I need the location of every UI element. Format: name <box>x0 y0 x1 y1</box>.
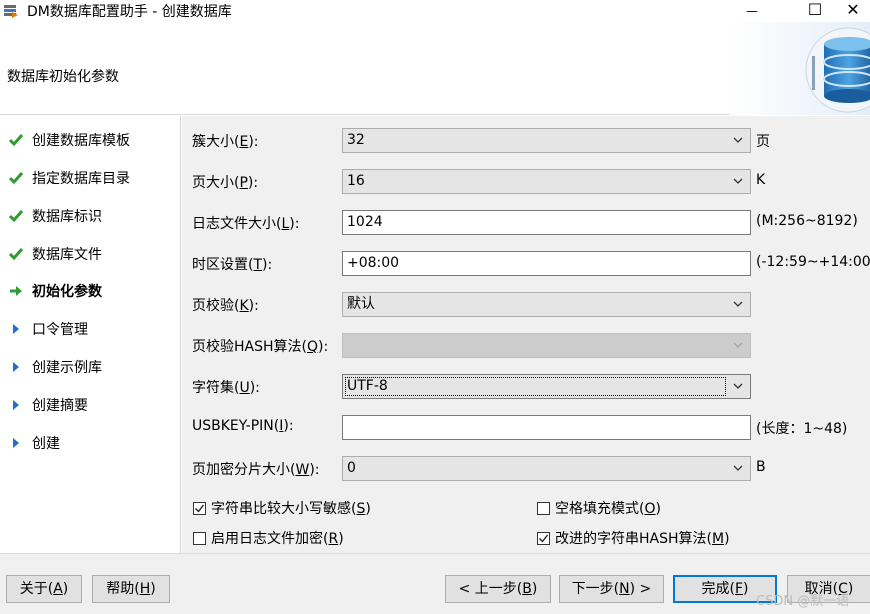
checkmark-icon <box>8 172 24 185</box>
timezone-label: 时区设置(T): <box>192 257 273 273</box>
page-enc-shard-label: 页加密分片大小(W): <box>192 462 320 478</box>
page-enc-shard-select[interactable]: 0 <box>342 456 751 481</box>
step-label: 口令管理 <box>32 322 88 338</box>
checkmark-icon <box>8 134 24 147</box>
usbkey-pin-label: USBKEY-PIN(I): <box>192 418 294 434</box>
page-check-hash-label: 页校验HASH算法(Q): <box>192 339 329 355</box>
app-icon <box>4 5 18 18</box>
step-db-directory: 指定数据库目录 <box>0 166 181 190</box>
page-check-select[interactable]: 默认 <box>342 292 751 317</box>
step-db-identity: 数据库标识 <box>0 204 181 228</box>
step-label: 创建 <box>32 436 60 452</box>
page-size-label: 页大小(P): <box>192 175 259 191</box>
step-create: 创建 <box>0 431 181 455</box>
timezone-input[interactable]: +08:00 <box>342 251 751 276</box>
log-encrypt-checkbox[interactable]: 启用日志文件加密(R) <box>193 528 344 548</box>
chevron-down-icon <box>733 342 743 348</box>
checkbox-label: 启用日志文件加密(R) <box>211 531 344 547</box>
cluster-size-unit: 页 <box>756 134 770 150</box>
step-label: 创建摘要 <box>32 398 88 414</box>
checkbox-label: 改进的字符串HASH算法(M) <box>555 531 730 547</box>
page-enc-shard-unit: B <box>756 459 766 475</box>
triangle-right-icon <box>13 362 19 372</box>
step-sample-db: 创建示例库 <box>0 355 181 379</box>
chevron-down-icon <box>733 178 743 184</box>
page-check-hash-select <box>342 333 751 358</box>
checkbox-box[interactable] <box>193 531 206 545</box>
next-button[interactable]: 下一步(N) > <box>559 575 664 603</box>
close-button[interactable]: ✕ <box>836 0 870 22</box>
help-button[interactable]: 帮助(H) <box>92 575 170 603</box>
usbkey-pin-length: (长度：1~48) <box>756 421 848 437</box>
minimize-button[interactable]: — <box>729 0 775 22</box>
window-title: DM数据库配置助手 - 创建数据库 <box>27 4 232 20</box>
checkmark-icon <box>8 210 24 223</box>
log-size-input[interactable]: 1024 <box>342 210 751 235</box>
charset-label: 字符集(U): <box>192 380 260 396</box>
close-icon: ✕ <box>846 0 860 19</box>
chevron-down-icon <box>733 383 743 389</box>
cluster-size-select[interactable]: 32 <box>342 128 751 153</box>
step-label: 初始化参数 <box>32 284 102 300</box>
step-label: 指定数据库目录 <box>32 171 130 187</box>
improved-hash-checkbox[interactable]: 改进的字符串HASH算法(M) <box>537 528 730 548</box>
checkbox-label: 空格填充模式(O) <box>555 501 661 517</box>
step-db-files: 数据库文件 <box>0 242 181 266</box>
focus-ring <box>345 377 726 396</box>
step-label: 创建数据库模板 <box>32 133 130 149</box>
checkbox-label: 字符串比较大小写敏感(S) <box>211 501 371 517</box>
database-icon <box>730 22 870 115</box>
step-label: 创建示例库 <box>32 360 102 376</box>
step-label: 数据库文件 <box>32 247 102 263</box>
checkbox-box[interactable] <box>537 501 550 515</box>
log-size-range: (M:256~8192) <box>756 213 858 229</box>
step-init-params: 初始化参数 <box>0 279 181 303</box>
page-size-select[interactable]: 16 <box>342 169 751 194</box>
title-bar: DM数据库配置助手 - 创建数据库 — ☐ ✕ <box>0 0 870 22</box>
watermark: CSDN @默一语 <box>756 594 850 609</box>
step-password: 口令管理 <box>0 317 181 341</box>
timezone-range: (-12:59~+14:00) <box>756 254 870 270</box>
checkbox-box[interactable] <box>193 501 206 515</box>
chevron-down-icon <box>733 137 743 143</box>
about-button[interactable]: 关于(A) <box>6 575 82 603</box>
checkbox-box[interactable] <box>537 531 550 545</box>
prev-button[interactable]: < 上一步(B) <box>445 575 551 603</box>
check-icon <box>195 504 205 513</box>
maximize-icon: ☐ <box>807 0 823 19</box>
case-sensitive-checkbox[interactable]: 字符串比较大小写敏感(S) <box>193 498 371 518</box>
maximize-button[interactable]: ☐ <box>792 0 838 22</box>
blank-pad-checkbox[interactable]: 空格填充模式(O) <box>537 498 661 518</box>
page-size-unit: K <box>756 172 766 188</box>
check-icon <box>539 534 549 543</box>
chevron-down-icon <box>733 301 743 307</box>
wizard-steps: 创建数据库模板 指定数据库目录 数据库标识 数据库文件 初始化参数 口令管理 创… <box>0 116 181 553</box>
chevron-down-icon <box>733 465 743 471</box>
minimize-icon: — <box>746 4 758 18</box>
charset-select[interactable]: UTF-8 <box>342 374 751 399</box>
page-title: 数据库初始化参数 <box>7 69 119 85</box>
triangle-right-icon <box>13 400 19 410</box>
cluster-size-label: 簇大小(E): <box>192 134 259 150</box>
triangle-right-icon <box>13 438 19 448</box>
usbkey-pin-input[interactable] <box>342 415 751 440</box>
step-create-template: 创建数据库模板 <box>0 128 181 152</box>
checkmark-icon <box>8 248 24 261</box>
triangle-right-icon <box>13 324 19 334</box>
wizard-header: 数据库初始化参数 <box>0 22 870 115</box>
step-summary: 创建摘要 <box>0 393 181 417</box>
page-check-label: 页校验(K): <box>192 298 259 314</box>
step-label: 数据库标识 <box>32 209 102 225</box>
arrow-right-icon <box>10 286 22 296</box>
log-size-label: 日志文件大小(L): <box>192 216 300 232</box>
